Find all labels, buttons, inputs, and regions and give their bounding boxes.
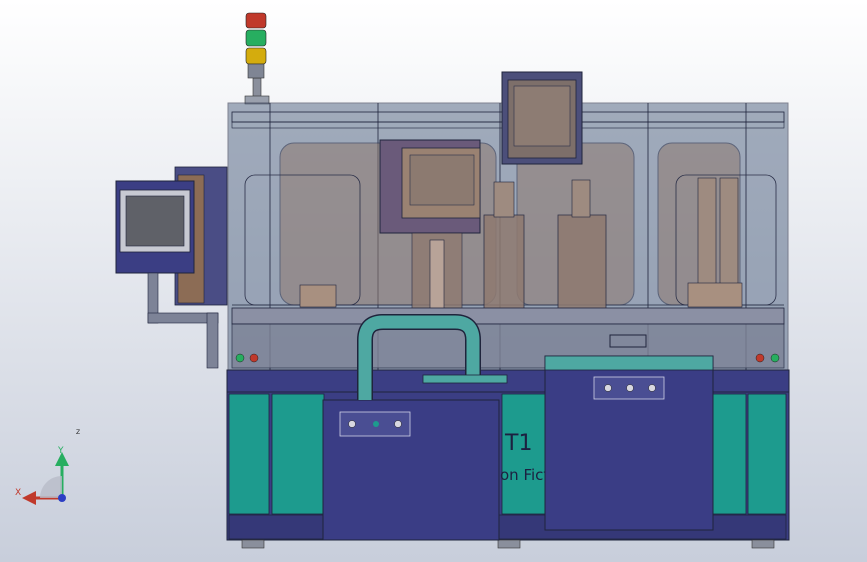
tower-lamp-green (245, 29, 267, 47)
cabinet-text-t1: T1 (504, 431, 532, 456)
tower-lamp-red (245, 12, 267, 29)
indicator-lamp-right-red (755, 353, 765, 363)
z-axis-label: Z (76, 429, 80, 436)
center-monitor (379, 139, 481, 234)
x-axis-label: X (15, 488, 21, 498)
indicator-lamp-left-green (235, 353, 245, 363)
top-display-box (501, 71, 583, 165)
y-axis-label: Y (57, 446, 64, 456)
cad-viewport[interactable]: T1 on Fictio Y X Z (0, 0, 867, 562)
indicator-lamp-left-red (249, 353, 259, 363)
indicator-lamp-right-green (770, 353, 780, 363)
right-control-box (544, 355, 714, 531)
tower-lamp-yellow (245, 47, 267, 65)
machine-drawing: T1 on Fictio Y X Z (0, 0, 867, 562)
